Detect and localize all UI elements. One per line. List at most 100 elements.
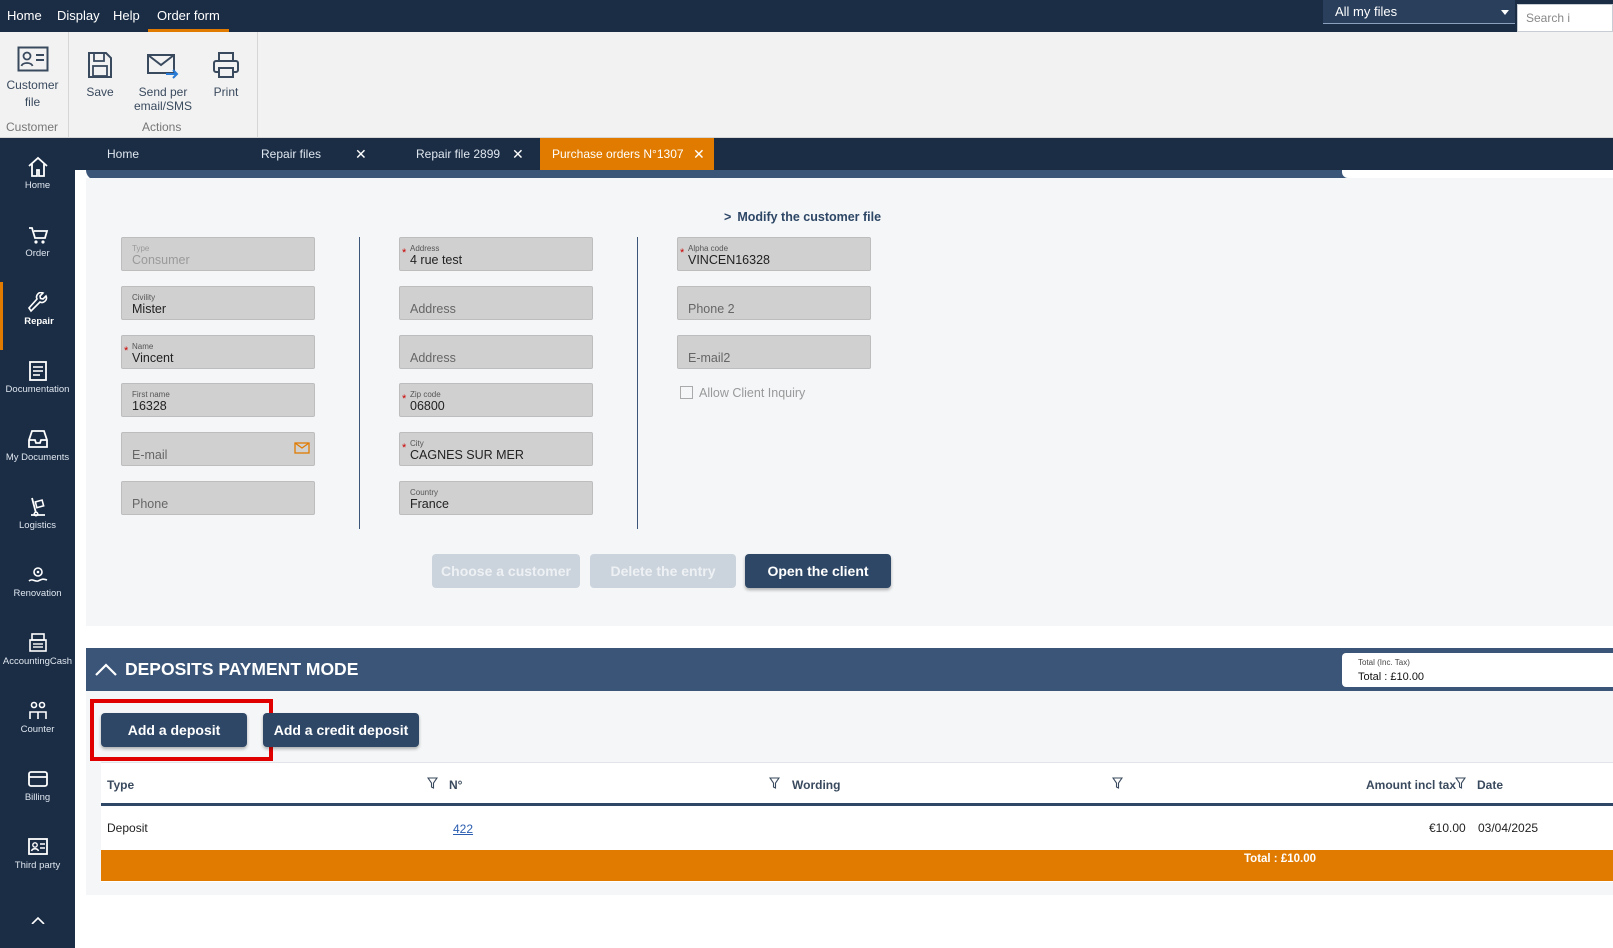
sidebar-item-label: Third party	[14, 860, 61, 871]
field-value: VINCEN16328	[688, 253, 770, 267]
email-field[interactable]: E-mail	[121, 432, 315, 466]
save-label: Save	[86, 85, 114, 99]
column-header-wording[interactable]: Wording	[792, 778, 840, 792]
required-marker: *	[124, 345, 129, 357]
tab-repair-files[interactable]: Repair files ✕	[261, 138, 381, 170]
id-card-icon	[27, 838, 48, 855]
menu-order-form[interactable]: Order form	[148, 0, 229, 32]
sidebar-item-counter[interactable]: Counter	[0, 690, 75, 758]
sidebar-item-billing[interactable]: Billing	[0, 758, 75, 826]
menu-help[interactable]: Help	[113, 0, 140, 32]
sidebar-item-repair[interactable]: Repair	[0, 282, 75, 350]
sidebar-item-label: Documentation	[5, 384, 70, 395]
email-2-field[interactable]: E-mail2	[677, 335, 871, 369]
sidebar-item-my-documents[interactable]: My Documents	[0, 418, 75, 486]
highlight-box	[90, 699, 273, 761]
mail-icon[interactable]	[294, 442, 310, 454]
allow-inquiry-label: Allow Client Inquiry	[699, 386, 806, 400]
sidebar-item-renovation[interactable]: Renovation	[0, 554, 75, 622]
field-placeholder: Address	[410, 351, 456, 365]
sidebar-item-home[interactable]: Home	[0, 146, 75, 214]
collapse-sidebar-icon[interactable]	[30, 914, 46, 924]
tab-repair-file-2899[interactable]: Repair file 2899 ✕	[416, 138, 541, 170]
first-name-field[interactable]: First name 16328	[121, 383, 315, 417]
ribbon-divider	[68, 32, 69, 138]
home-icon	[27, 156, 48, 177]
field-value: 4 rue test	[410, 253, 463, 267]
alpha-code-field[interactable]: * Alpha code VINCEN16328	[677, 237, 871, 271]
cash-register-icon	[28, 633, 47, 652]
address-line-3-field[interactable]: Address	[399, 335, 593, 369]
sidebar-item-label: Logistics	[19, 520, 56, 531]
ribbon-toolbar: Customer file Customer Save Send per ema…	[0, 32, 1613, 138]
deposit-number-link[interactable]: 422	[453, 822, 473, 836]
print-button[interactable]: Print	[208, 51, 244, 99]
address-field[interactable]: * Address 4 rue test	[399, 237, 593, 271]
close-icon[interactable]: ✕	[355, 138, 367, 170]
tab-purchase-orders-1307[interactable]: Purchase orders N°1307 ✕	[540, 138, 714, 170]
column-header-type[interactable]: Type	[107, 778, 134, 792]
sidebar-item-documentation[interactable]: Documentation	[0, 350, 75, 418]
phone-2-field[interactable]: Phone 2	[677, 286, 871, 320]
sidebar-item-label: Home	[24, 180, 51, 191]
customer-file-label-2: file	[24, 95, 41, 109]
required-marker: *	[402, 393, 407, 405]
deposits-total-box: Total (Inc. Tax) Total : £10.00	[1342, 653, 1613, 687]
type-field[interactable]: Type Consumer	[121, 237, 315, 271]
save-button[interactable]: Save	[82, 51, 118, 99]
sidebar-item-order[interactable]: Order	[0, 214, 75, 282]
filter-icon[interactable]	[769, 777, 780, 789]
city-field[interactable]: * City CAGNES SUR MER	[399, 432, 593, 466]
field-placeholder: Phone	[132, 497, 169, 511]
tab-label: Repair files	[261, 147, 322, 161]
field-value: 06800	[410, 399, 445, 413]
wrench-icon	[28, 292, 48, 313]
close-icon[interactable]: ✕	[693, 138, 705, 170]
renovation-icon	[27, 567, 47, 582]
field-value: Mister	[132, 302, 167, 316]
field-placeholder: Phone 2	[688, 302, 735, 316]
column-header-number[interactable]: N°	[449, 778, 462, 792]
filter-icon[interactable]	[427, 777, 438, 789]
footer-total-value: Total : £10.00	[1244, 853, 1317, 865]
send-email-sms-button[interactable]: Send per email/SMS	[132, 53, 194, 113]
filter-icon[interactable]	[1112, 777, 1123, 789]
column-header-amount[interactable]: Amount incl tax	[1366, 778, 1456, 792]
document-icon	[28, 361, 47, 381]
customer-file-button[interactable]: Customer file	[4, 46, 61, 109]
sidebar-item-third-party[interactable]: Third party	[0, 826, 75, 894]
allow-inquiry-checkbox[interactable]	[680, 386, 693, 399]
sidebar-item-label: Counter	[20, 724, 55, 735]
address-line-2-field[interactable]: Address	[399, 286, 593, 320]
add-credit-deposit-button[interactable]: Add a credit deposit	[263, 713, 419, 747]
menu-home[interactable]: Home	[7, 0, 42, 32]
field-value: 16328	[132, 399, 167, 413]
open-client-button[interactable]: Open the client	[745, 554, 891, 588]
filter-icon[interactable]	[1455, 777, 1466, 789]
modify-customer-label: Modify the customer file	[737, 210, 882, 224]
phone-field[interactable]: Phone	[121, 481, 315, 515]
country-field[interactable]: Country France	[399, 481, 593, 515]
file-selector-dropdown[interactable]: All my files	[1323, 0, 1515, 24]
name-field[interactable]: * Name Vincent	[121, 335, 315, 369]
customer-file-label-1: Customer	[6, 78, 59, 92]
printer-icon	[213, 52, 239, 78]
choose-customer-button[interactable]: Choose a customer	[432, 554, 580, 588]
sidebar-item-logistics[interactable]: Logistics	[0, 486, 75, 554]
close-icon[interactable]: ✕	[512, 138, 524, 170]
column-header-date[interactable]: Date	[1477, 778, 1503, 792]
field-value: Consumer	[132, 253, 190, 267]
chevron-up-icon[interactable]	[94, 661, 118, 677]
menu-display[interactable]: Display	[57, 0, 100, 32]
chevron-right-icon: >	[724, 210, 732, 224]
zip-code-field[interactable]: * Zip code 06800	[399, 383, 593, 417]
search-input[interactable]: Search i	[1517, 4, 1613, 32]
table-row[interactable]: Deposit 422 €10.00 03/04/2025	[101, 806, 1613, 850]
modify-customer-link[interactable]: > Modify the customer file	[724, 210, 881, 224]
delete-entry-button[interactable]: Delete the entry	[590, 554, 736, 588]
required-marker: *	[680, 247, 685, 259]
inbox-icon	[27, 430, 48, 448]
civility-field[interactable]: Civility Mister	[121, 286, 315, 320]
sidebar-item-accounting-cash[interactable]: AccountingCash	[0, 622, 75, 690]
tab-home[interactable]: Home	[107, 138, 139, 170]
